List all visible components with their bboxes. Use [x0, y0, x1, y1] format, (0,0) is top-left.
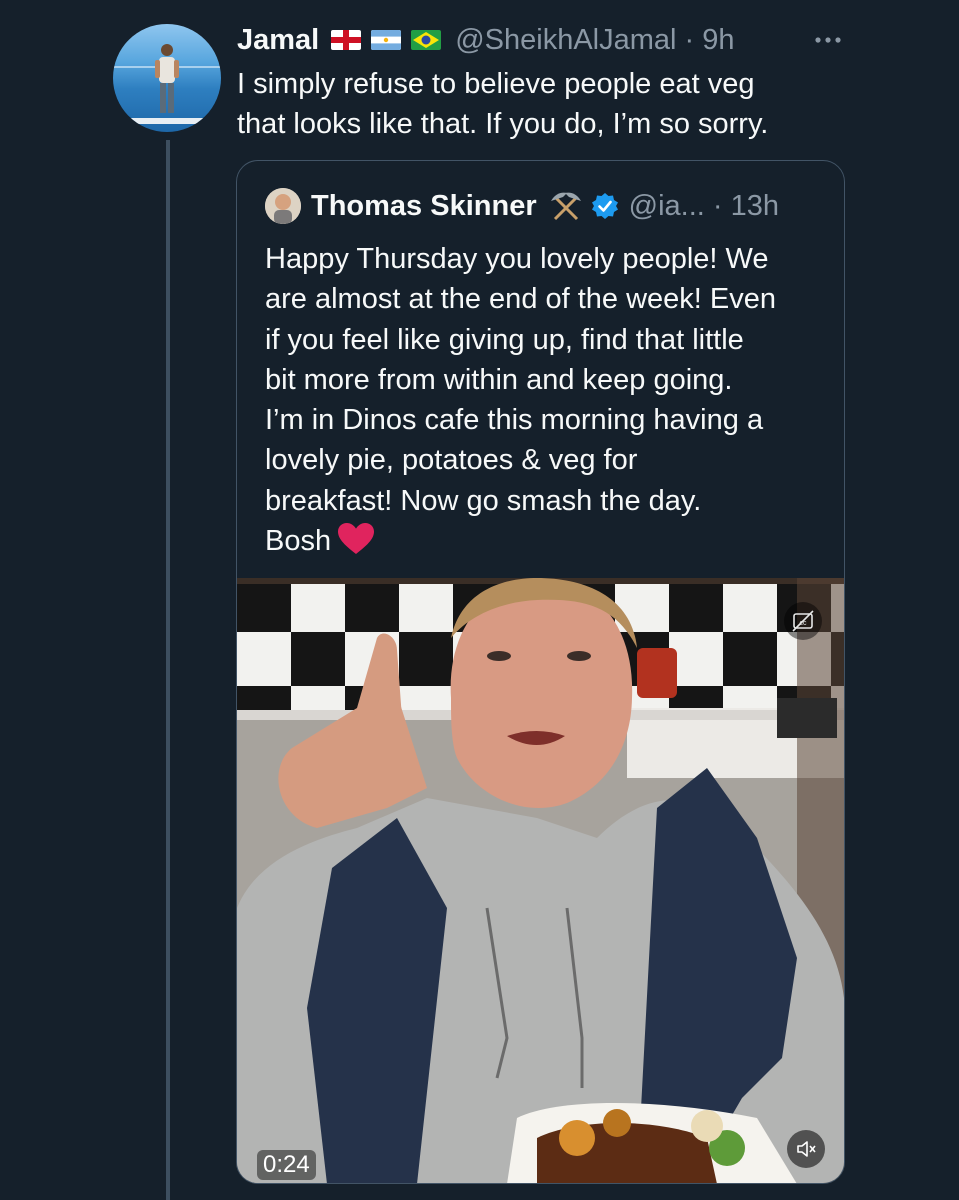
- author-name[interactable]: Jamal: [237, 24, 319, 57]
- thread-connector-line: [166, 140, 170, 1200]
- avatar-person: [155, 44, 179, 113]
- quoted-tweet-card[interactable]: Thomas Skinner @ia... · 13h Happy Thursd…: [236, 160, 845, 1184]
- more-icon[interactable]: [808, 22, 848, 58]
- quoted-author-name[interactable]: Thomas Skinner: [311, 190, 537, 223]
- quoted-tweet-body: Happy Thursday you lovely people! We are…: [265, 243, 777, 558]
- quoted-author-avatar[interactable]: [265, 188, 301, 224]
- tweet-header: Jamal @SheikhAlJamal · 9h: [237, 22, 735, 58]
- verified-icon: [591, 193, 618, 219]
- england-flag-icon: [331, 30, 362, 50]
- argentina-flag-icon: [371, 30, 402, 50]
- brazil-flag-icon: [411, 30, 442, 50]
- quoted-author-handle-time[interactable]: @ia... · 13h: [629, 190, 779, 223]
- author-handle-time[interactable]: @SheikhAlJamal · 9h: [455, 24, 734, 57]
- video-timestamp: 0:24: [257, 1150, 316, 1180]
- pick-icon: [550, 192, 581, 221]
- flag-emojis: [331, 30, 442, 50]
- heart-icon: [338, 523, 375, 555]
- captions-off-icon[interactable]: cc: [784, 602, 822, 640]
- quoted-tweet-text: Happy Thursday you lovely people! We are…: [265, 239, 825, 561]
- tweet-text: I simply refuse to believe people eat ve…: [237, 68, 769, 140]
- video-player[interactable]: cc 0:24: [237, 578, 844, 1183]
- author-avatar[interactable]: [113, 24, 221, 132]
- video-frame: [237, 578, 844, 1183]
- mute-icon[interactable]: [787, 1130, 825, 1168]
- avatar-railing: [113, 118, 221, 124]
- quoted-tweet-header: Thomas Skinner @ia... · 13h: [265, 188, 779, 224]
